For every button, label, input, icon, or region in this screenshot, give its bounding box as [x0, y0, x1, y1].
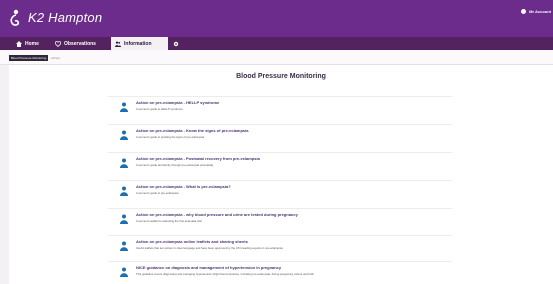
content-panel: Blood Pressure Monitoring Action on pre-… — [9, 65, 553, 284]
page-title: Blood Pressure Monitoring — [236, 73, 326, 80]
list-item-title: Action on pre-eclampsia - Know the signs… — [136, 128, 249, 133]
list-item-title: Action on pre-eclampsia online leaflets … — [136, 239, 248, 244]
tab-home[interactable]: Home — [14, 37, 50, 50]
list-item-title: NICE guidance on diagnosis and managemen… — [136, 265, 282, 270]
tab-settings[interactable] — [170, 37, 182, 50]
list-item-desc: A women's guide to HELLP syndrome — [136, 107, 183, 111]
tab-observations-label: Observations — [64, 40, 96, 47]
list-item[interactable]: Action on pre-eclampsia online leaflets … — [108, 235, 452, 258]
people-icon — [120, 214, 128, 224]
people-icon — [115, 41, 121, 47]
list-item-desc: A women's guide to spotting the signs of… — [136, 135, 205, 139]
list-item-desc: This guideline covers diagnosing and man… — [136, 272, 314, 276]
breadcrumb: Blood Pressure Monitoring Library — [0, 50, 553, 65]
tab-home-label: Home — [25, 40, 39, 47]
main-nav: Home Observations Information — [0, 37, 553, 50]
gear-icon — [173, 41, 179, 46]
list-item-title: Action on pre-eclampsia - HELLP syndrome — [136, 100, 220, 105]
breadcrumb-next[interactable]: Library — [51, 55, 60, 61]
list-item-desc: A women's guide and family through pre-e… — [136, 163, 214, 167]
list-item[interactable]: NICE guidance on diagnosis and managemen… — [108, 261, 452, 284]
list-item-desc: A women's guide to pre-eclampsia — [136, 191, 179, 195]
people-icon — [120, 186, 128, 196]
list-item[interactable]: Action on pre-eclampsia - why blood pres… — [108, 208, 452, 231]
list-item-title: Action on pre-eclampsia - Postnatal reco… — [136, 156, 260, 161]
app-header: K2 Hampton Mr Account — [0, 0, 553, 37]
list-item-desc: Useful leaflets that are written in clea… — [136, 246, 283, 250]
list-item[interactable]: Action on pre-eclampsia - What is pre-ec… — [108, 180, 452, 203]
breadcrumb-current[interactable]: Blood Pressure Monitoring — [9, 55, 49, 61]
account-menu[interactable]: Mr Account — [521, 7, 551, 15]
tab-information[interactable]: Information — [111, 37, 168, 50]
list-item[interactable]: Action on pre-eclampsia - Postnatal reco… — [108, 152, 452, 175]
brand-name: K2 Hampton — [28, 10, 103, 25]
tab-observations[interactable]: Observations — [55, 37, 105, 50]
list-item[interactable]: Action on pre-eclampsia - HELLP syndrome… — [108, 96, 452, 119]
people-icon — [120, 102, 128, 112]
home-icon — [16, 40, 22, 47]
list-item-desc: A women's leaflet for attending the firs… — [136, 219, 202, 223]
tab-information-label: Information — [124, 40, 152, 47]
logo-icon — [10, 9, 20, 26]
heart-icon — [55, 40, 61, 47]
people-icon — [120, 241, 128, 251]
people-icon — [120, 267, 128, 277]
people-icon — [120, 158, 128, 168]
list-item[interactable]: Action on pre-eclampsia - Know the signs… — [108, 124, 452, 147]
people-icon — [120, 130, 128, 140]
list-item-title: Action on pre-eclampsia - why blood pres… — [136, 212, 298, 217]
list-item-title: Action on pre-eclampsia - What is pre-ec… — [136, 184, 231, 189]
user-icon — [521, 8, 527, 14]
account-name: Mr Account — [529, 8, 551, 14]
